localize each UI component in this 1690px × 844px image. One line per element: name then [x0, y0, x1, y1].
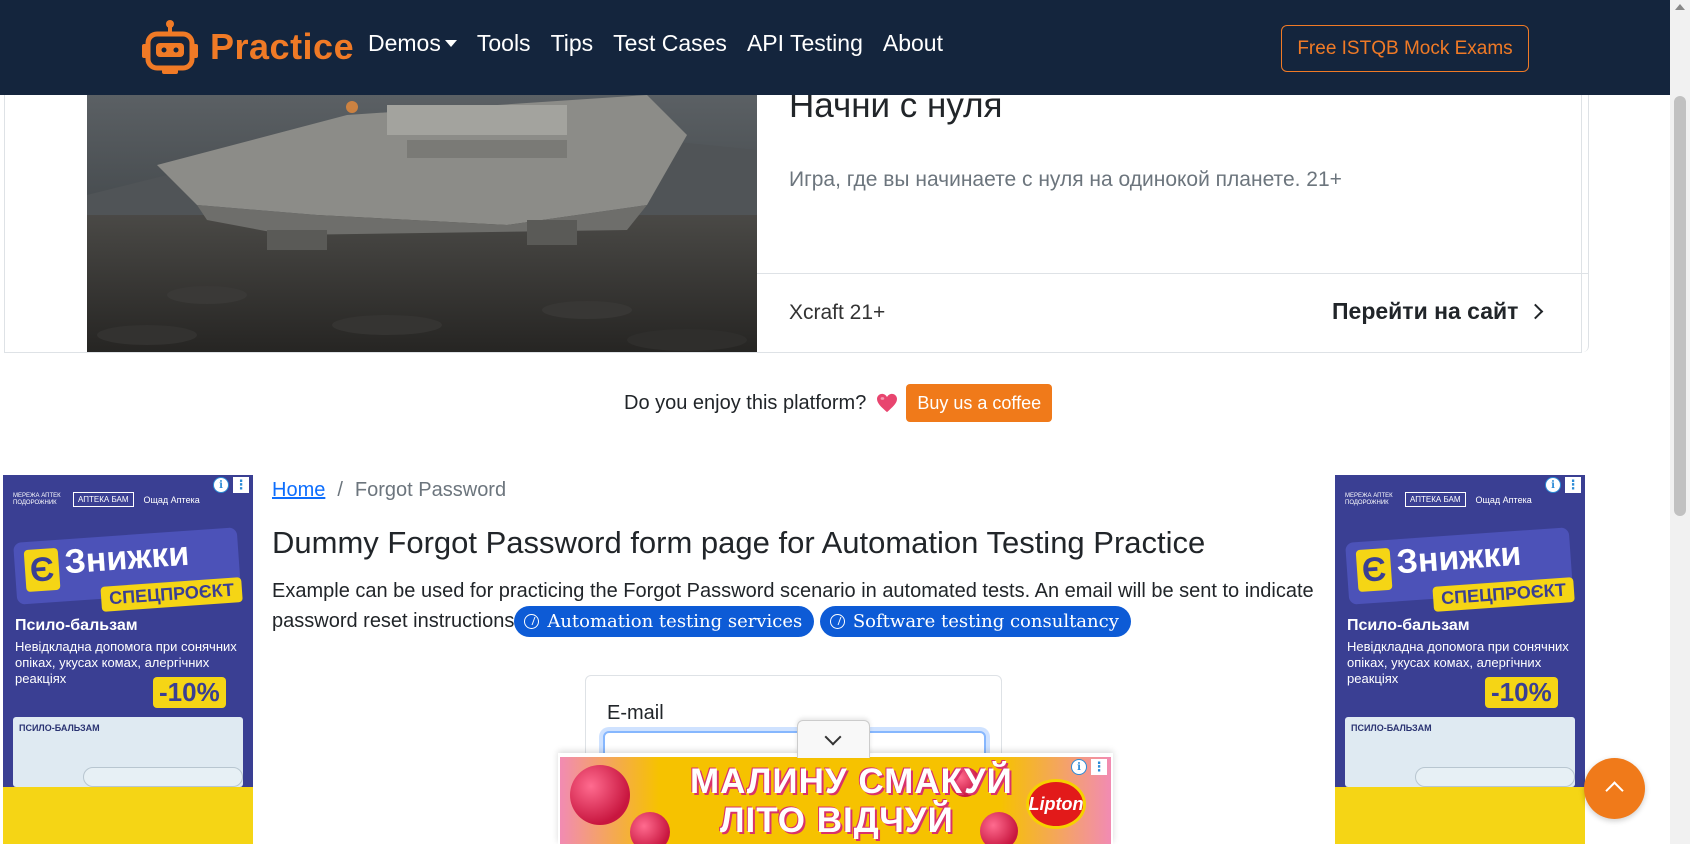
chevron-right-icon: [1528, 303, 1544, 320]
ad-badge-letter: Є: [1355, 547, 1393, 593]
automation-testing-services-link[interactable]: Automation testing services: [514, 606, 815, 638]
breadcrumb: Home / Forgot Password: [272, 479, 506, 502]
ad-product-pack: ПСИЛО-БАЛЬЗАМ: [13, 717, 243, 787]
nav-tools[interactable]: Tools: [477, 30, 531, 57]
lipton-logo: Lipton: [1026, 779, 1086, 829]
promo-divider: [757, 273, 1589, 274]
promo-card-inner: Начни с нуля Игра, где вы начинаете с ну…: [87, 86, 1589, 352]
heart-icon: [877, 393, 898, 413]
ad-headline-2: ЛІТО ВІДЧУЙ: [720, 801, 954, 840]
ad-controls: i ⋮: [213, 477, 249, 493]
ad-badge-letter: Є: [23, 547, 61, 593]
ad-logos: МЕРЕЖА АПТЕК ПОДОРОЖНИК АПТЕКА БАМ Ощад …: [13, 492, 200, 507]
ad-tube-image: [83, 767, 243, 787]
bottom-anchor-ad[interactable]: МАЛИНУ СМАКУЙ ЛІТО ВІДЧУЙ Lipton i ⋮: [558, 753, 1113, 844]
promo-go-label: Перейти на сайт: [1332, 298, 1519, 324]
ad-logo-oshchad: Ощад Аптека: [143, 494, 200, 505]
ad-logo-oshchad: Ощад Аптека: [1475, 494, 1532, 505]
promo-description: Игра, где вы начинаете с нуля на одиноко…: [789, 168, 1342, 191]
vertical-scrollbar[interactable]: [1670, 0, 1690, 844]
ad-logo-podorozhnyk: МЕРЕЖА АПТЕК ПОДОРОЖНИК: [13, 492, 61, 506]
pill-label: Automation testing services: [547, 610, 803, 632]
breadcrumb-separator: /: [337, 479, 343, 501]
chevron-down-icon: [824, 728, 842, 746]
istqb-mock-exams-button[interactable]: Free ISTQB Mock Exams: [1281, 25, 1529, 72]
email-label: E-mail: [607, 702, 664, 724]
ad-pack-label: ПСИЛО-БАЛЬЗАМ: [1351, 723, 1432, 733]
nav-demos-dropdown[interactable]: Demos: [368, 30, 457, 57]
ad-logo-bam: АПТЕКА БАМ: [1405, 492, 1466, 507]
anchor-ad-collapse-button[interactable]: [797, 720, 870, 758]
breadcrumb-home-link[interactable]: Home: [272, 479, 325, 502]
ad-discount: -10%: [1485, 677, 1558, 708]
pill-label: Software testing consultancy: [852, 610, 1119, 632]
ad-controls: i ⋮: [1071, 759, 1107, 775]
nav-tips[interactable]: Tips: [551, 30, 594, 57]
ad-product-pack: ПСИЛО-БАЛЬЗАМ: [1345, 717, 1575, 787]
info-icon[interactable]: i: [213, 477, 229, 493]
ad-tube-image: [1415, 767, 1575, 787]
brand-link[interactable]: Practice: [140, 16, 354, 78]
ad-controls: i ⋮: [1545, 477, 1581, 493]
brand-name: Practice: [210, 26, 355, 67]
raspberry-image: [570, 765, 630, 825]
bottom-ad-creative: МАЛИНУ СМАКУЙ ЛІТО ВІДЧУЙ Lipton: [560, 757, 1111, 844]
coffee-prompt: Do you enjoy this platform?: [624, 391, 867, 414]
ad-product-name: Псило-бальзам: [15, 617, 138, 634]
ad-logo-bam: АПТЕКА БАМ: [73, 492, 134, 507]
promo-go-link[interactable]: Перейти на сайт: [1332, 298, 1544, 325]
promo-brand: Xcraft 21+: [789, 301, 886, 324]
info-icon[interactable]: i: [1545, 477, 1561, 493]
bolt-circle-icon: [524, 614, 540, 630]
ad-badge-text: Знижки: [1395, 534, 1523, 582]
promo-spaceship-image[interactable]: [87, 95, 757, 352]
info-icon[interactable]: i: [1071, 759, 1087, 775]
left-side-ad[interactable]: МЕРЕЖА АПТЕК ПОДОРОЖНИК АПТЕКА БАМ Ощад …: [3, 475, 253, 844]
coffee-row: Do you enjoy this platform? Buy us a cof…: [624, 384, 1053, 422]
robot-logo-icon: [142, 20, 198, 74]
nav-test-cases[interactable]: Test Cases: [613, 30, 727, 57]
right-side-ad[interactable]: МЕРЕЖА АПТЕК ПОДОРОЖНИК АПТЕКА БАМ Ощад …: [1335, 475, 1585, 844]
more-vertical-icon[interactable]: ⋮: [233, 477, 249, 493]
more-vertical-icon[interactable]: ⋮: [1565, 477, 1581, 493]
nav-about[interactable]: About: [883, 30, 943, 57]
scrollbar-thumb[interactable]: [1674, 96, 1686, 516]
raspberry-image: [980, 812, 1018, 844]
ad-footer: [1335, 787, 1585, 844]
nav-api-testing[interactable]: API Testing: [747, 30, 863, 57]
ad-headline-1: МАЛИНУ СМАКУЙ: [690, 762, 1013, 801]
ad-footer: [3, 787, 253, 844]
ad-product-name: Псило-бальзам: [1347, 617, 1470, 634]
buy-coffee-button[interactable]: Buy us a coffee: [906, 384, 1053, 422]
breadcrumb-current: Forgot Password: [354, 479, 507, 501]
chevron-up-icon: [1605, 781, 1624, 800]
nav-links: Demos Tools Tips Test Cases API Testing …: [368, 30, 963, 57]
ad-badge-special: СПЕЦПРОЄКТ: [100, 577, 243, 612]
ad-logos: МЕРЕЖА АПТЕК ПОДОРОЖНИК АПТЕКА БАМ Ощад …: [1345, 492, 1532, 507]
caret-down-icon: [444, 40, 457, 47]
bolt-circle-icon: [829, 614, 845, 630]
ad-discount: -10%: [153, 677, 226, 708]
scroll-up-arrow-icon[interactable]: [1675, 4, 1685, 10]
top-navbar: Practice Demos Tools Tips Test Cases API…: [0, 0, 1670, 95]
ad-pack-label: ПСИЛО-БАЛЬЗАМ: [19, 723, 100, 733]
ad-badge-text: Знижки: [63, 534, 191, 582]
page: Practice Demos Tools Tips Test Cases API…: [0, 0, 1690, 844]
ad-badge: Є Знижки СПЕЦПРОЄКТ: [13, 527, 243, 612]
back-to-top-button[interactable]: [1584, 758, 1645, 819]
raspberry-image: [630, 812, 670, 844]
ad-badge-special: СПЕЦПРОЄКТ: [1432, 577, 1575, 612]
page-description: Example can be used for practicing the F…: [272, 576, 1332, 638]
nav-demos-label: Demos: [368, 30, 441, 56]
software-testing-consultancy-link[interactable]: Software testing consultancy: [819, 606, 1131, 638]
ad-badge: Є Знижки СПЕЦПРОЄКТ: [1345, 527, 1575, 612]
more-vertical-icon[interactable]: ⋮: [1091, 759, 1107, 775]
ad-logo-podorozhnyk: МЕРЕЖА АПТЕК ПОДОРОЖНИК: [1345, 492, 1393, 506]
promo-title: Начни с нуля: [789, 86, 1003, 125]
page-title: Dummy Forgot Password form page for Auto…: [272, 525, 1206, 560]
promo-card: Начни с нуля Игра, где вы начинаете с ну…: [4, 88, 1589, 353]
